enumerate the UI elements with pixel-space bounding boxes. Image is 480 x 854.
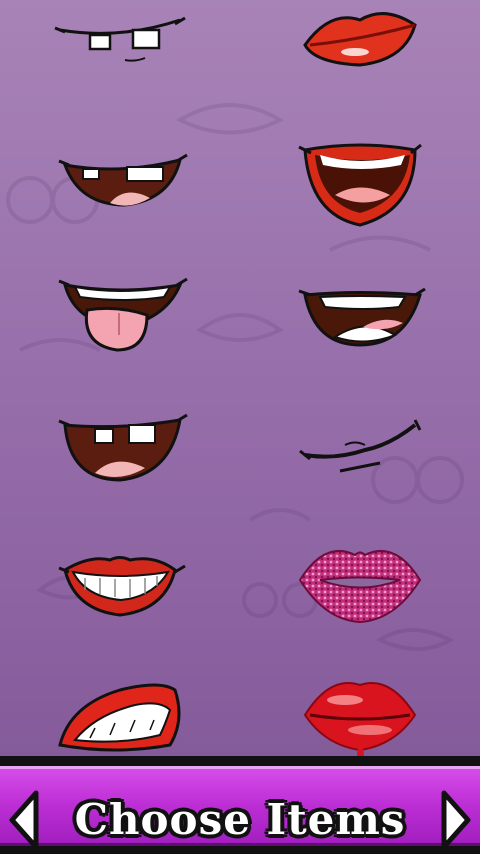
mouth-icon <box>298 550 422 624</box>
item-red-lips-teeth-bite[interactable] <box>35 660 205 770</box>
mouth-icon <box>58 683 181 752</box>
item-cartoon-wide-grin[interactable] <box>275 255 445 365</box>
mouth-icon <box>58 277 188 352</box>
item-red-pouty-lips[interactable] <box>275 0 445 100</box>
item-cartoon-tongue-out[interactable] <box>35 255 205 365</box>
mouth-icon <box>298 143 422 227</box>
item-grid <box>0 0 480 770</box>
item-red-laughing-mouth[interactable] <box>275 125 445 235</box>
item-glossy-dripping-lips[interactable] <box>275 660 445 770</box>
mouth-icon <box>58 153 188 207</box>
item-cartoon-gap-teeth-smile[interactable] <box>35 0 205 100</box>
item-pink-glitter-lips[interactable] <box>275 530 445 640</box>
mouth-icon <box>54 16 186 62</box>
item-cartoon-open-mouth-two-teeth[interactable] <box>35 385 205 495</box>
next-button[interactable] <box>436 787 476 853</box>
choose-items-title: Choose Items <box>74 795 406 844</box>
app-screen: Choose Items <box>0 0 480 854</box>
prev-button[interactable] <box>4 787 44 853</box>
item-cartoon-open-smile-tooth[interactable] <box>35 125 205 235</box>
arrow-right-icon <box>441 790 471 850</box>
arrow-left-icon <box>9 790 39 850</box>
mouth-icon <box>298 287 426 347</box>
mouth-icon <box>303 682 417 770</box>
bottom-bar: Choose Items <box>0 756 480 854</box>
mouth-icon <box>58 413 188 482</box>
item-red-lips-smile[interactable] <box>35 530 205 640</box>
mouth-icon <box>299 419 422 473</box>
item-line-smirk[interactable] <box>275 385 445 495</box>
mouth-icon <box>58 556 186 617</box>
mouth-icon <box>303 12 417 67</box>
bottom-bar-panel: Choose Items <box>0 766 480 850</box>
